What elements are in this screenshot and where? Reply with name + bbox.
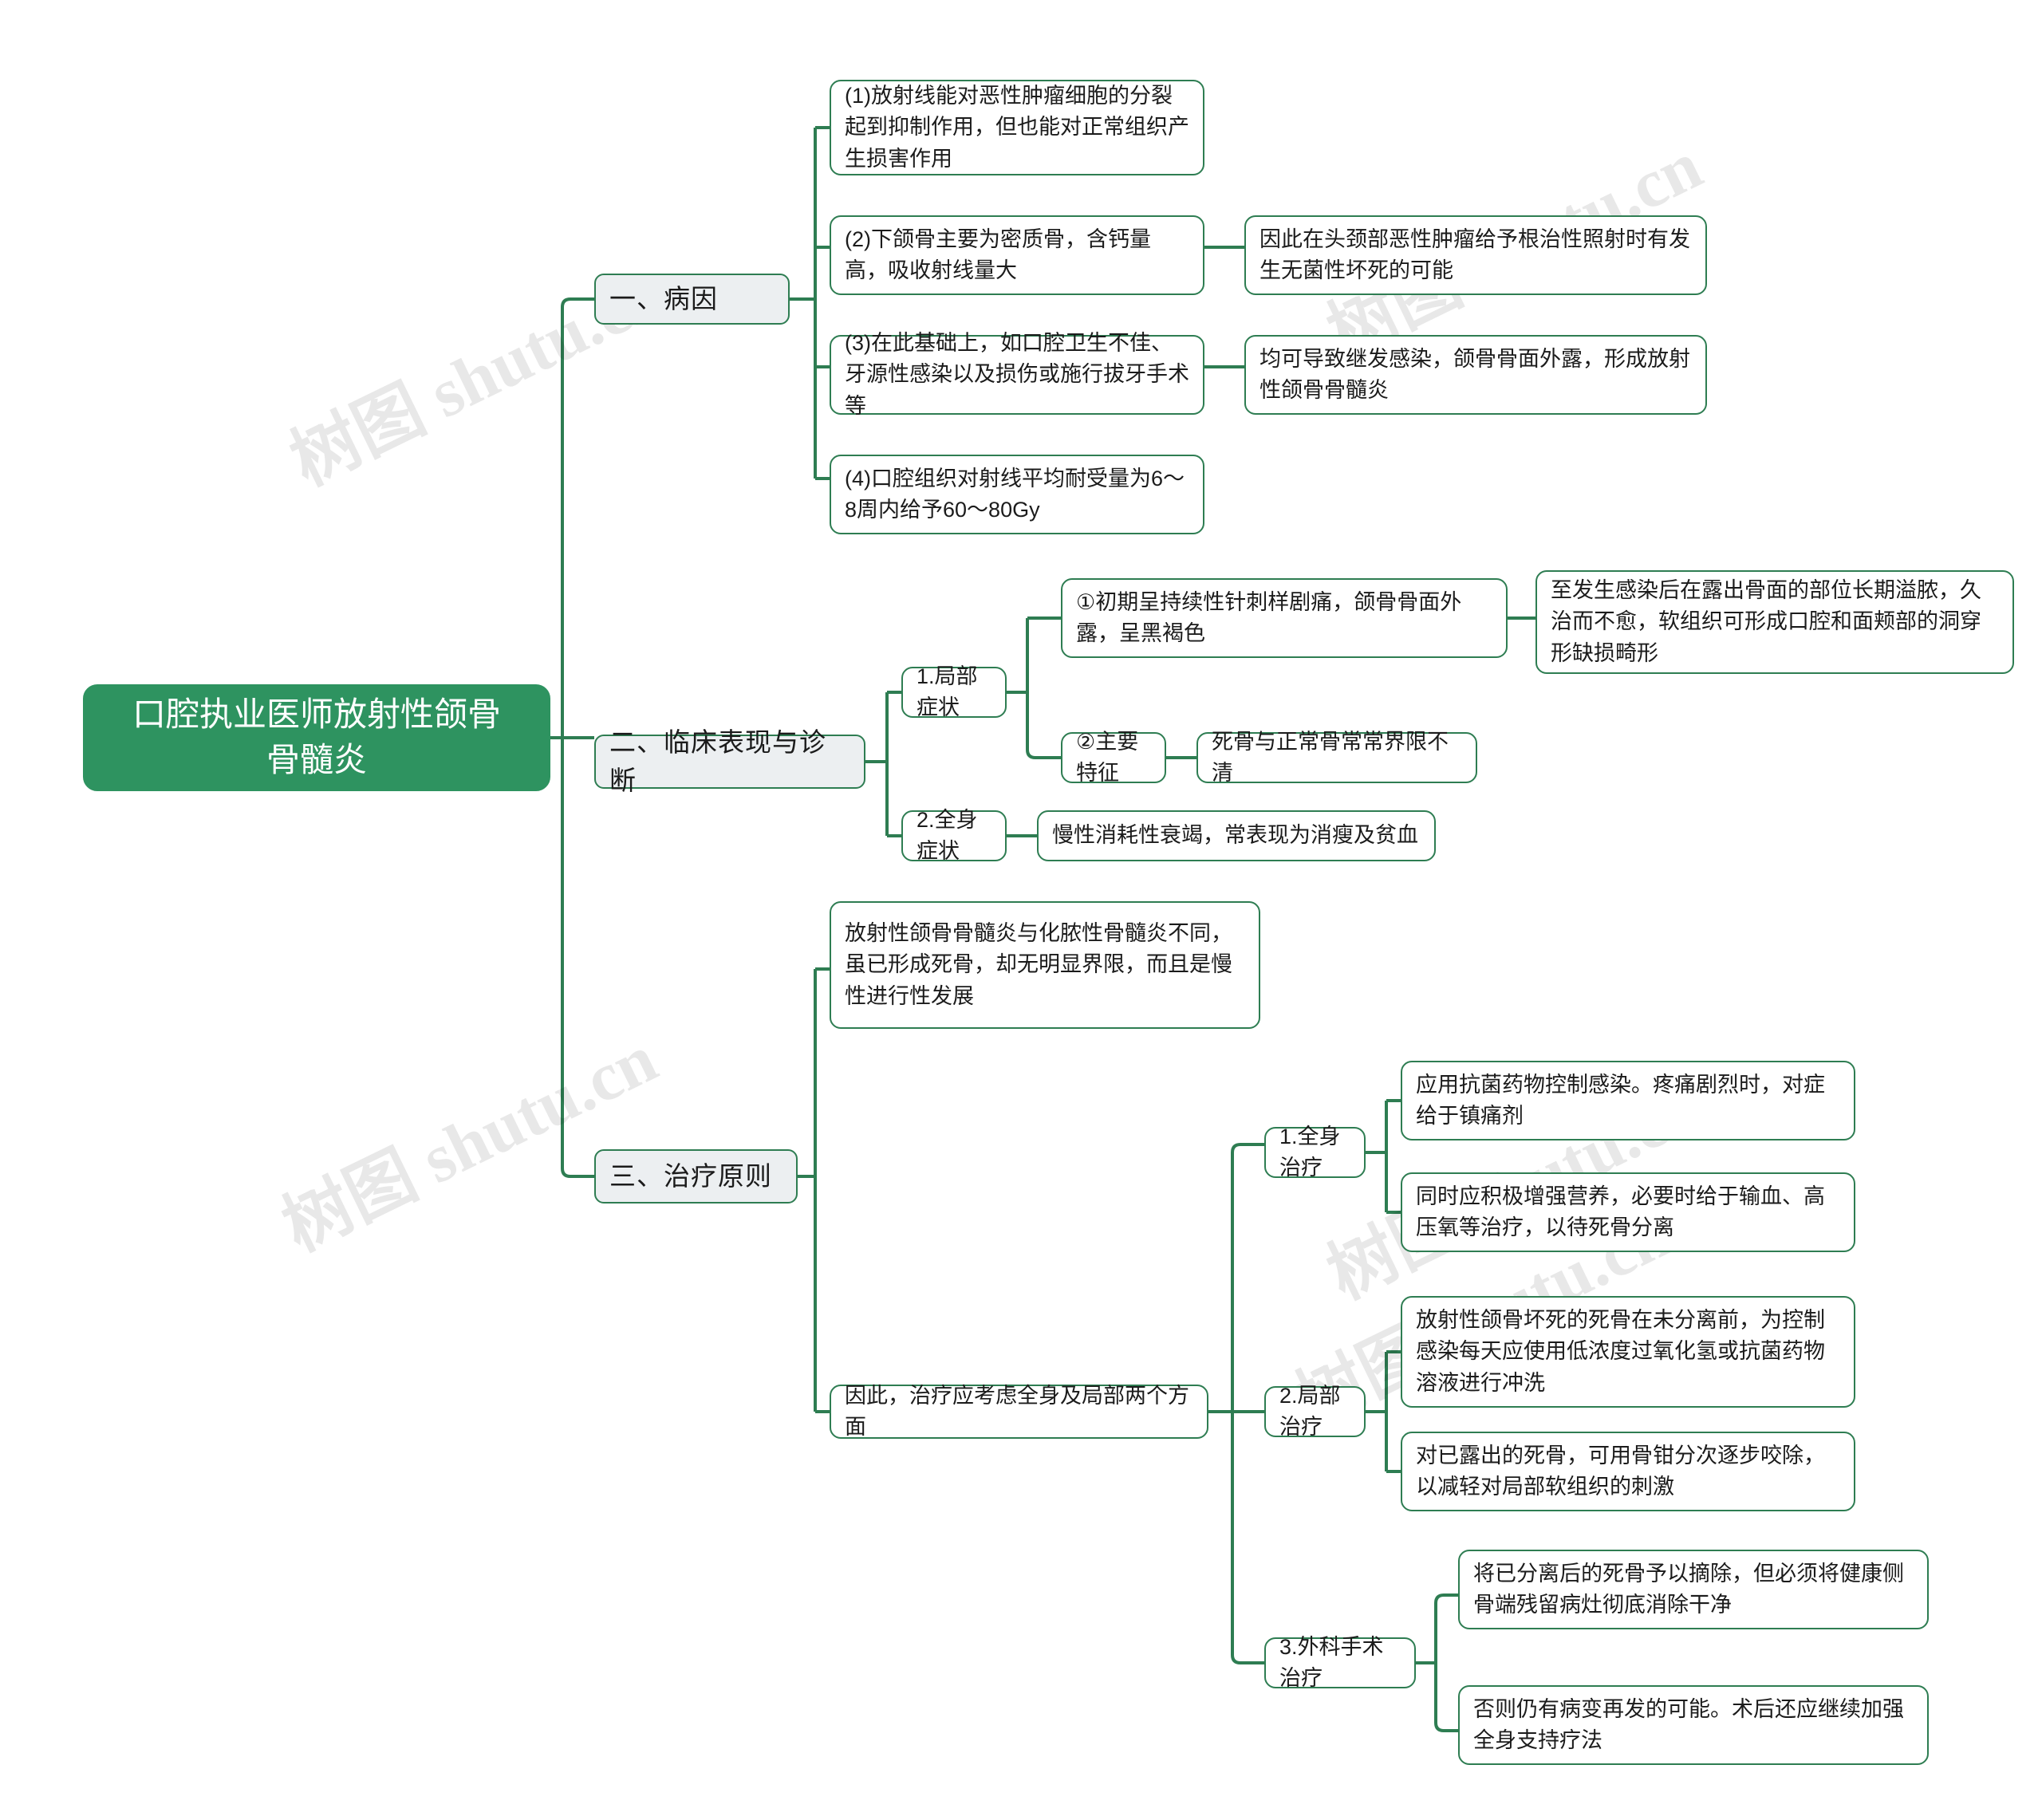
- leaf-node-systemic-treatment-2[interactable]: 同时应积极增强营养，必要时给于输血、高压氧等治疗，以待死骨分离: [1401, 1172, 1855, 1252]
- leaf-node-local-symptom-1[interactable]: ①初期呈持续性针刺样剧痛，颌骨骨面外露，呈黑褐色: [1061, 578, 1508, 658]
- watermark: 树图 shutu.cn: [271, 1019, 668, 1266]
- sub-node-systemic-symptoms[interactable]: 2.全身症状: [901, 808, 1007, 863]
- root-node[interactable]: 口腔执业医师放射性颌骨 骨髓炎: [83, 684, 550, 791]
- sub-node-local-treatment[interactable]: 2.局部治疗: [1264, 1384, 1366, 1439]
- leaf-node-surgical-treatment-1[interactable]: 将已分离后的死骨予以摘除，但必须将健康侧骨端残留病灶彻底消除干净: [1458, 1550, 1929, 1629]
- sub-node-main-feature[interactable]: ②主要特征: [1061, 730, 1166, 785]
- sub-node-surgical-treatment[interactable]: 3.外科手术治疗: [1264, 1635, 1416, 1690]
- leaf-node-systemic-symptom-detail[interactable]: 慢性消耗性衰竭，常表现为消瘦及贫血: [1037, 810, 1436, 861]
- sub-node-systemic-treatment[interactable]: 1.全身治疗: [1264, 1125, 1366, 1180]
- leaf-node-main-feature-detail[interactable]: 死骨与正常骨常常界限不清: [1196, 730, 1477, 785]
- leaf-node-etiology-3-detail[interactable]: 均可导致继发感染，颌骨骨面外露，形成放射性颌骨骨髓炎: [1244, 335, 1707, 415]
- leaf-node-systemic-treatment-1[interactable]: 应用抗菌药物控制感染。疼痛剧烈时，对症给于镇痛剂: [1401, 1061, 1855, 1140]
- leaf-node-local-symptom-1-detail[interactable]: 至发生感染后在露出骨面的部位长期溢脓，久治而不愈，软组织可形成口腔和面颊部的洞穿…: [1535, 570, 2014, 674]
- leaf-node-surgical-treatment-2[interactable]: 否则仍有病变再发的可能。术后还应继续加强全身支持疗法: [1458, 1685, 1929, 1765]
- leaf-node-local-treatment-1[interactable]: 放射性颌骨坏死的死骨在未分离前，为控制感染每天应使用低浓度过氧化氢或抗菌药物溶液…: [1401, 1296, 1855, 1408]
- branch-node-etiology[interactable]: 一、病因: [594, 274, 790, 325]
- leaf-node-etiology-1[interactable]: (1)放射线能对恶性肿瘤细胞的分裂起到抑制作用，但也能对正常组织产生损害作用: [830, 80, 1204, 175]
- sub-node-local-symptoms[interactable]: 1.局部症状: [901, 664, 1007, 719]
- branch-node-clinical[interactable]: 二、临床表现与诊断: [594, 727, 865, 795]
- leaf-node-local-treatment-2[interactable]: 对已露出的死骨，可用骨钳分次逐步咬除，以减轻对局部软组织的刺激: [1401, 1432, 1855, 1511]
- leaf-node-etiology-2-detail[interactable]: 因此在头颈部恶性肿瘤给予根治性照射时有发生无菌性坏死的可能: [1244, 215, 1707, 295]
- branch-node-treatment[interactable]: 三、治疗原则: [594, 1149, 798, 1203]
- leaf-node-etiology-3[interactable]: (3)在此基础上，如口腔卫生不佳、牙源性感染以及损伤或施行拔牙手术等: [830, 331, 1204, 418]
- leaf-node-etiology-4[interactable]: (4)口腔组织对射线平均耐受量为6～8周内给予60～80Gy: [830, 455, 1204, 534]
- leaf-node-treatment-intro[interactable]: 放射性颌骨骨髓炎与化脓性骨髓炎不同，虽已形成死骨，却无明显界限，而且是慢性进行性…: [830, 901, 1260, 1029]
- leaf-node-etiology-2[interactable]: (2)下颌骨主要为密质骨，含钙量高，吸收射线量大: [830, 215, 1204, 295]
- mindmap-canvas: 树图 shutu.cn 树图 shutu.cn 树图 shutu.cn 树图 s…: [0, 0, 2042, 1820]
- leaf-node-treatment-aspects[interactable]: 因此，治疗应考虑全身及局部两个方面: [830, 1384, 1208, 1439]
